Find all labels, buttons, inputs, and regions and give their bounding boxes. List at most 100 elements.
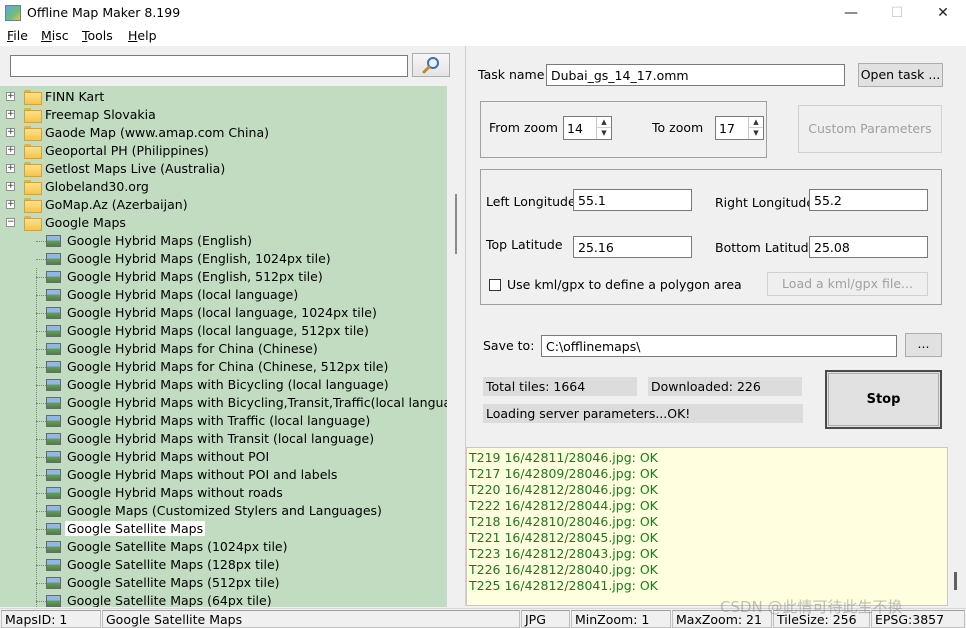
tree-connector [36, 565, 46, 566]
spin-down-icon[interactable]: ▼ [597, 128, 611, 139]
expander-icon[interactable]: + [6, 182, 15, 191]
tree-item[interactable]: Google Satellite Maps (1024px tile) [0, 538, 447, 556]
menu-file[interactable]: File [7, 28, 28, 43]
spin-down-icon[interactable]: ▼ [749, 128, 763, 139]
tree-item[interactable]: Google Hybrid Maps without roads [0, 484, 447, 502]
from-zoom-spinner[interactable]: 14 ▲ ▼ [563, 116, 612, 140]
save-to-field[interactable]: C:\offlinemaps\ [541, 335, 897, 357]
tree-item-selected[interactable]: Google Satellite Maps [0, 520, 447, 538]
custom-parameters-button[interactable]: Custom Parameters [798, 105, 942, 153]
magnifier-icon [422, 57, 439, 74]
tree-folder-label: GoMap.Az (Azerbaijan) [45, 197, 188, 212]
task-name-field[interactable]: Dubai_gs_14_17.omm [546, 64, 845, 86]
tree-connector-line [36, 268, 37, 607]
download-log[interactable]: T219 16/42811/28046.jpg: OK T217 16/42809… [466, 447, 948, 606]
expander-icon[interactable]: + [6, 92, 15, 101]
app-icon [5, 5, 21, 21]
tree-item-label: Google Hybrid Maps with Bicycling (local… [67, 377, 389, 392]
bottom-latitude-field[interactable]: 25.08 [809, 236, 928, 258]
minimize-button[interactable]: — [828, 0, 874, 26]
tree-item[interactable]: Google Satellite Maps (128px tile) [0, 556, 447, 574]
load-kml-button[interactable]: Load a kml/gpx file... [767, 272, 928, 296]
tree-folder[interactable]: + GoMap.Az (Azerbaijan) [0, 196, 447, 214]
tree-item[interactable]: Google Hybrid Maps for China (Chinese, 5… [0, 358, 447, 376]
tree-item[interactable]: Google Hybrid Maps with Traffic (local l… [0, 412, 447, 430]
map-tree[interactable]: + FINN Kart + Freemap Slovakia + Gaode Map (w… [0, 86, 447, 607]
tree-item[interactable]: Google Hybrid Maps without POI and label… [0, 466, 447, 484]
search-button[interactable] [412, 53, 450, 77]
tree-connector [36, 241, 46, 242]
log-scrollbar[interactable] [954, 572, 957, 590]
tree-item[interactable]: Google Maps (Customized Stylers and Lang… [0, 502, 447, 520]
tree-folder-label: Freemap Slovakia [45, 107, 156, 122]
expander-icon[interactable]: + [6, 128, 15, 137]
tree-item[interactable]: Google Satellite Maps (512px tile) [0, 574, 447, 592]
tree-item[interactable]: Google Hybrid Maps with Bicycling,Transi… [0, 394, 447, 412]
tree-item[interactable]: Google Hybrid Maps with Transit (local l… [0, 430, 447, 448]
left-longitude-field[interactable]: 55.1 [573, 189, 692, 211]
window-title: Offline Map Maker 8.199 [27, 5, 181, 20]
tree-folder[interactable]: + Getlost Maps Live (Australia) [0, 160, 447, 178]
tree-connector [36, 601, 46, 602]
expander-icon[interactable]: + [6, 146, 15, 155]
tree-item-label: Google Satellite Maps (512px tile) [67, 575, 280, 590]
tree-item-label: Google Hybrid Maps for China (Chinese, 5… [67, 359, 389, 374]
top-latitude-field[interactable]: 25.16 [573, 236, 692, 258]
tree-connector [36, 259, 46, 260]
map-layer-icon [46, 505, 61, 517]
to-zoom-label: To zoom [652, 120, 704, 135]
expander-icon[interactable]: + [6, 110, 15, 119]
menu-tools[interactable]: Tools [82, 28, 113, 43]
tree-connector [36, 475, 46, 476]
task-panel: Task name Dubai_gs_14_17.omm Open task .… [467, 46, 966, 446]
map-layer-icon [46, 271, 61, 283]
downloaded-count: Downloaded: 226 [648, 377, 802, 396]
menu-help[interactable]: Help [128, 28, 157, 43]
tree-item[interactable]: Google Hybrid Maps (local language, 1024… [0, 304, 447, 322]
log-line: T221 16/42812/28045.jpg: OK [469, 530, 658, 545]
search-input[interactable] [10, 55, 408, 77]
tree-folder[interactable]: + Freemap Slovakia [0, 106, 447, 124]
tree-item[interactable]: Google Hybrid Maps (English, 1024px tile… [0, 250, 447, 268]
tree-item[interactable]: Google Hybrid Maps without POI [0, 448, 447, 466]
map-layer-icon [46, 235, 61, 247]
tree-folder[interactable]: − Google Maps [0, 214, 447, 232]
tree-item[interactable]: Google Hybrid Maps (English, 512px tile) [0, 268, 447, 286]
from-zoom-label: From zoom [489, 120, 558, 135]
expander-icon[interactable]: − [6, 218, 15, 227]
tree-item[interactable]: Google Hybrid Maps for China (Chinese) [0, 340, 447, 358]
tree-item[interactable]: Google Hybrid Maps with Bicycling (local… [0, 376, 447, 394]
tree-connector [36, 493, 46, 494]
stop-button[interactable]: Stop [825, 370, 942, 429]
tree-folder[interactable]: + Geoportal PH (Philippines) [0, 142, 447, 160]
browse-button[interactable]: ... [905, 333, 942, 357]
spin-up-icon[interactable]: ▲ [597, 117, 611, 128]
spin-up-icon[interactable]: ▲ [749, 117, 763, 128]
tree-connector [36, 421, 46, 422]
close-button[interactable]: ✕ [920, 0, 966, 26]
tree-item[interactable]: Google Hybrid Maps (local language, 512p… [0, 322, 447, 340]
expander-icon[interactable]: + [6, 200, 15, 209]
right-longitude-field[interactable]: 55.2 [809, 189, 928, 211]
total-tiles: Total tiles: 1664 [483, 377, 637, 396]
tree-folder[interactable]: + Gaode Map (www.amap.com China) [0, 124, 447, 142]
tree-connector [36, 403, 46, 404]
kml-checkbox[interactable] [489, 279, 501, 291]
splitter-grip[interactable] [455, 194, 457, 254]
expander-icon[interactable]: + [6, 164, 15, 173]
folder-icon [24, 126, 42, 141]
tree-folder-label: Google Maps [45, 215, 126, 230]
tree-item[interactable]: Google Hybrid Maps (English) [0, 232, 447, 250]
tree-item-label: Google Hybrid Maps (English) [67, 233, 253, 248]
tree-folder[interactable]: + Globeland30.org [0, 178, 447, 196]
map-layer-icon [46, 253, 61, 265]
open-task-button[interactable]: Open task ... [858, 63, 943, 87]
to-zoom-spinner[interactable]: 17 ▲ ▼ [715, 116, 764, 140]
tree-item[interactable]: Google Hybrid Maps (local language) [0, 286, 447, 304]
map-layer-icon [46, 343, 61, 355]
tree-item[interactable]: Google Satellite Maps (64px tile) [0, 592, 447, 607]
folder-icon [24, 198, 42, 213]
menu-misc[interactable]: Misc [41, 28, 69, 43]
tree-folder[interactable]: + FINN Kart [0, 88, 447, 106]
maximize-button[interactable]: ☐ [874, 0, 920, 26]
